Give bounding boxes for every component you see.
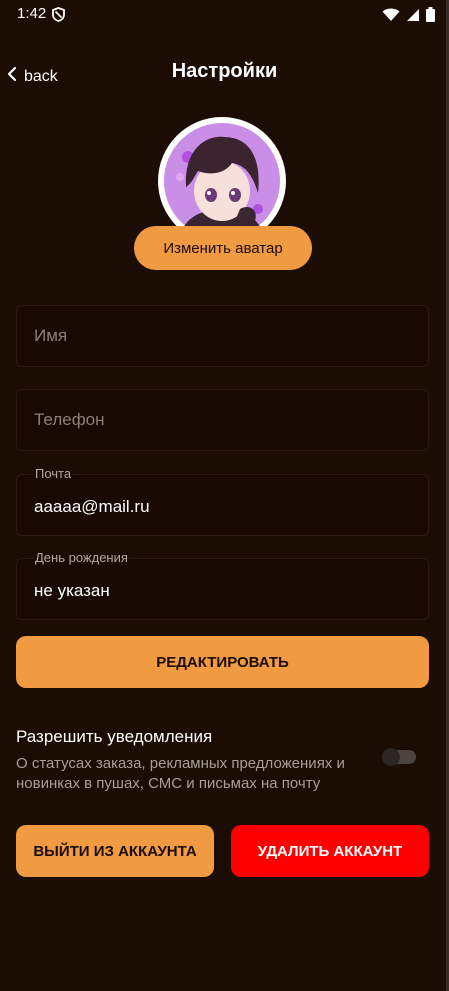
- status-time: 1:42: [17, 5, 47, 22]
- app-bar: back Настройки: [0, 52, 449, 98]
- battery-icon: [426, 7, 435, 27]
- birthday-field[interactable]: День рождения не указан: [16, 550, 429, 620]
- email-label: Почта: [34, 466, 73, 481]
- shield-icon: [52, 7, 65, 27]
- delete-account-button[interactable]: УДАЛИТЬ АККАУНТ: [231, 825, 429, 877]
- signal-icon: [406, 8, 420, 27]
- status-icons: [382, 7, 435, 27]
- email-value: aaaaa@mail.ru: [34, 497, 150, 516]
- notifications-description: О статусах заказа, рекламных предложения…: [16, 755, 345, 792]
- notifications-toggle[interactable]: [382, 748, 416, 766]
- page-title: Настройки: [171, 60, 278, 82]
- logout-button[interactable]: ВЫЙТИ ИЗ АККАУНТА: [16, 825, 214, 877]
- name-field[interactable]: Имя: [16, 305, 429, 367]
- change-avatar-button[interactable]: Изменить аватар: [134, 226, 312, 270]
- email-field[interactable]: Почта aaaaa@mail.ru: [16, 466, 429, 536]
- phone-field[interactable]: Телефон: [16, 389, 429, 451]
- birthday-label: День рождения: [34, 550, 129, 565]
- toggle-thumb: [382, 748, 400, 766]
- edit-button[interactable]: РЕДАКТИРОВАТЬ: [16, 636, 429, 688]
- birthday-value: не указан: [34, 581, 110, 600]
- name-placeholder: Имя: [34, 326, 68, 345]
- notifications-title: Разрешить уведомления: [16, 727, 213, 746]
- phone-placeholder: Телефон: [34, 410, 105, 429]
- status-bar: 1:42: [0, 0, 449, 30]
- wifi-icon: [382, 8, 400, 27]
